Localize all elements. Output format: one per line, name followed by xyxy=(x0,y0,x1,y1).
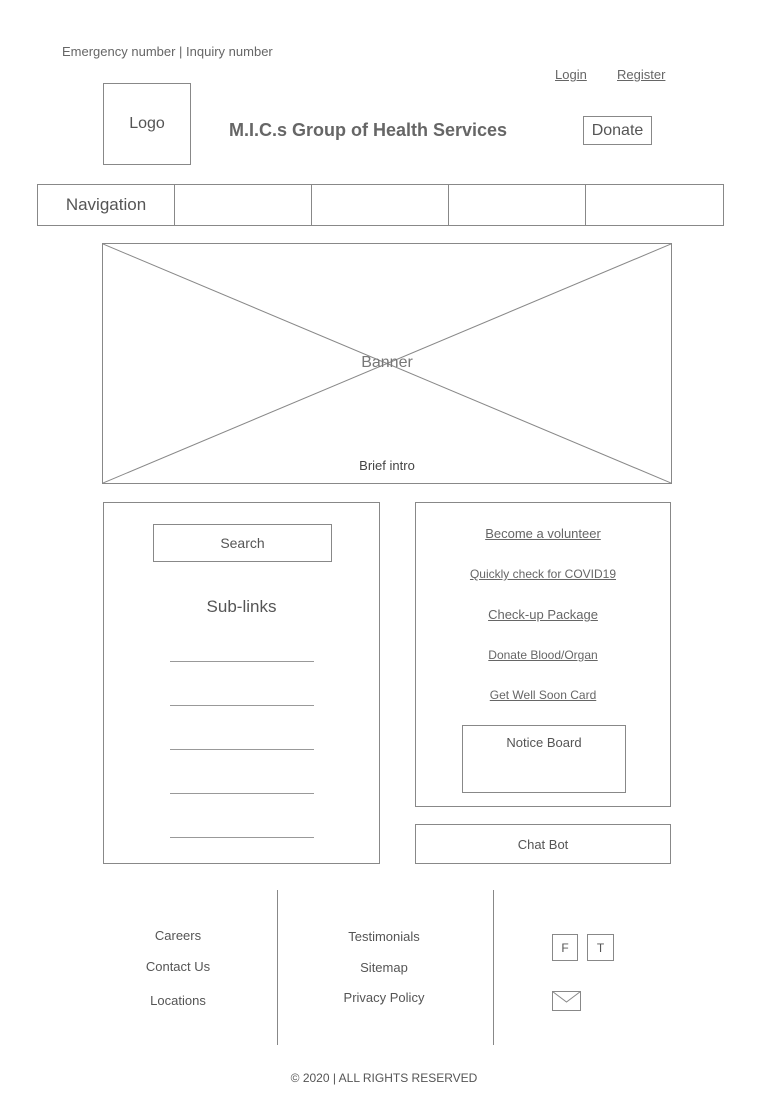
notice-board-label: Notice Board xyxy=(506,735,582,750)
twitter-letter: T xyxy=(596,940,605,955)
search-label: Search xyxy=(220,535,265,551)
nav-item[interactable] xyxy=(175,185,312,225)
nav-item-navigation[interactable]: Navigation xyxy=(38,185,175,225)
contact-us-link[interactable]: Contact Us xyxy=(100,959,256,974)
testimonials-link[interactable]: Testimonials xyxy=(306,929,462,944)
nav-item[interactable] xyxy=(312,185,449,225)
nav-item[interactable] xyxy=(586,185,723,225)
sublink-placeholder[interactable] xyxy=(170,837,314,838)
privacy-policy-link[interactable]: Privacy Policy xyxy=(306,990,462,1005)
sublinks-title: Sub-links xyxy=(206,597,277,616)
locations-link[interactable]: Locations xyxy=(100,993,256,1008)
left-panel: Search Sub-links xyxy=(103,502,380,864)
logo-label: Logo xyxy=(129,115,165,132)
sublink-placeholder[interactable] xyxy=(170,749,314,750)
donate-button[interactable]: Donate xyxy=(583,116,652,145)
donate-label: Donate xyxy=(591,121,644,139)
facebook-letter: F xyxy=(561,940,569,955)
chat-bot-button[interactable]: Chat Bot xyxy=(415,824,671,864)
mail-icon[interactable] xyxy=(552,991,581,1016)
sublink-placeholder[interactable] xyxy=(170,793,314,794)
right-panel: Become a volunteer Quickly check for COV… xyxy=(415,502,671,807)
get-well-card-link[interactable]: Get Well Soon Card xyxy=(416,688,670,702)
footer-divider xyxy=(277,890,278,1045)
chat-bot-label: Chat Bot xyxy=(517,836,569,852)
nav-label: Navigation xyxy=(65,195,147,214)
navigation-bar: Navigation xyxy=(37,184,724,226)
nav-item[interactable] xyxy=(449,185,586,225)
register-link[interactable]: Register xyxy=(617,67,665,82)
site-title: M.I.C.s Group of Health Services xyxy=(229,120,508,140)
banner: Banner Brief intro xyxy=(102,243,672,484)
logo-placeholder[interactable]: Logo xyxy=(103,83,191,165)
careers-link[interactable]: Careers xyxy=(100,928,256,943)
banner-intro: Brief intro xyxy=(359,458,415,473)
checkup-package-link[interactable]: Check-up Package xyxy=(416,607,670,622)
sublink-placeholder[interactable] xyxy=(170,705,314,706)
footer-divider xyxy=(493,890,494,1045)
search-box[interactable]: Search xyxy=(153,524,332,562)
login-link[interactable]: Login xyxy=(555,67,587,82)
copyright: © 2020 | ALL RIGHTS RESERVED xyxy=(290,1071,478,1085)
volunteer-link[interactable]: Become a volunteer xyxy=(416,526,670,541)
sitemap-link[interactable]: Sitemap xyxy=(306,960,462,975)
twitter-icon[interactable]: T xyxy=(587,934,614,961)
facebook-icon[interactable]: F xyxy=(552,934,578,961)
contact-line: Emergency number | Inquiry number xyxy=(62,44,273,59)
sublink-placeholder[interactable] xyxy=(170,661,314,662)
covid-check-link[interactable]: Quickly check for COVID19 xyxy=(416,567,670,581)
banner-label: Banner xyxy=(361,354,413,371)
donate-blood-organ-link[interactable]: Donate Blood/Organ xyxy=(416,648,670,662)
notice-board[interactable]: Notice Board xyxy=(462,725,626,793)
